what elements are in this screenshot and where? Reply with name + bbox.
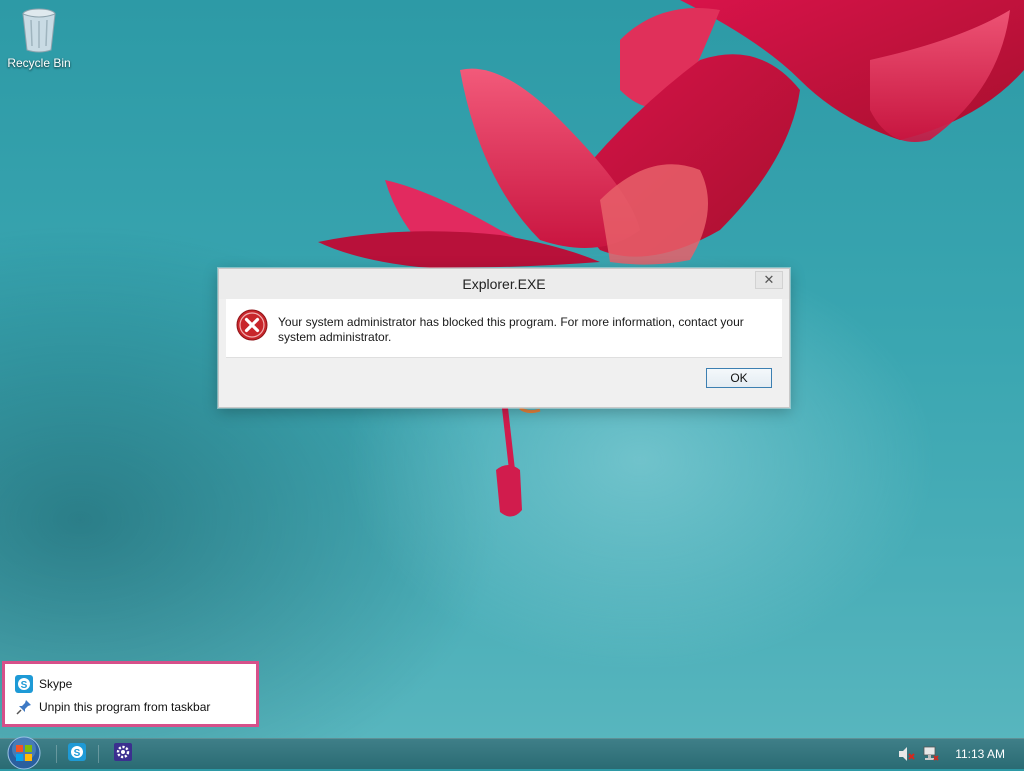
dialog-title: Explorer.EXE: [462, 276, 546, 292]
taskbar: S 11:13 AM: [0, 735, 1024, 771]
dialog-content: Your system administrator has blocked th…: [226, 299, 782, 358]
skype-icon[interactable]: S: [68, 743, 86, 761]
skype-icon: S: [15, 675, 33, 693]
recycle-bin-shortcut[interactable]: Recycle Bin: [4, 6, 74, 70]
taskbar-clock[interactable]: 11:13 AM: [955, 747, 1005, 761]
dialog-footer: OK: [226, 358, 782, 401]
dialog-titlebar[interactable]: Explorer.EXE ✕: [219, 269, 789, 299]
pin-icon: [16, 700, 31, 715]
network-disconnected-icon[interactable]: [922, 746, 940, 762]
svg-text:S: S: [21, 680, 28, 691]
ok-button[interactable]: OK: [706, 368, 772, 388]
volume-muted-icon[interactable]: [898, 746, 916, 762]
settings-gear-icon[interactable]: [114, 743, 132, 761]
error-icon: [236, 309, 268, 341]
recycle-bin-label: Recycle Bin: [7, 56, 71, 70]
jumplist-item-label: Unpin this program from taskbar: [39, 700, 211, 714]
close-button[interactable]: ✕: [755, 271, 783, 289]
error-dialog: Explorer.EXE ✕ Your system administrator…: [218, 268, 790, 408]
taskbar-separator: [98, 745, 99, 763]
svg-text:S: S: [74, 748, 81, 759]
dialog-message: Your system administrator has blocked th…: [278, 315, 744, 344]
taskbar-jump-list: S Skype Unpin this program from taskbar: [2, 661, 259, 727]
start-orb-icon[interactable]: [6, 735, 42, 771]
taskbar-separator: [56, 745, 57, 763]
recycle-bin-icon: [22, 8, 56, 53]
jumplist-item-label: Skype: [39, 677, 73, 691]
